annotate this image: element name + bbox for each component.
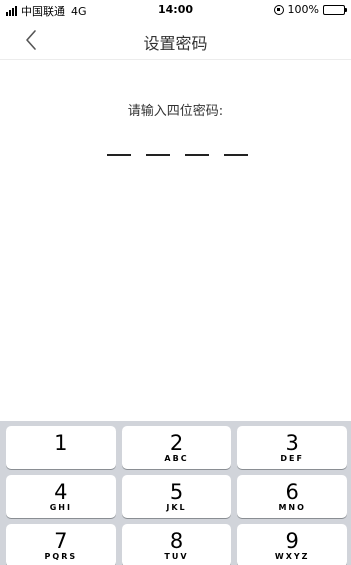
key-digit: 5 xyxy=(169,479,184,504)
battery-icon xyxy=(323,4,347,15)
key-9[interactable]: 9 WXYZ xyxy=(237,524,348,565)
keypad-row: 1 2 ABC 3 DEF xyxy=(6,426,348,469)
orientation-lock-icon xyxy=(273,4,284,15)
key-letters: MNO xyxy=(278,502,306,512)
key-letters: DEF xyxy=(280,453,304,463)
status-right: 100% xyxy=(273,3,347,16)
key-digit: 7 xyxy=(54,528,68,553)
status-bar: 中国联通 4G 14:00 100% xyxy=(0,0,351,20)
page-title: 设置密码 xyxy=(143,34,208,53)
key-digit: 6 xyxy=(285,479,299,504)
key-1[interactable]: 1 xyxy=(6,426,116,469)
key-6[interactable]: 6 MNO xyxy=(237,475,348,518)
key-letters: JKL xyxy=(166,502,187,512)
keypad-row: 7 PQRS 8 TUV 9 WXYZ xyxy=(6,524,348,565)
key-4[interactable]: 4 GHI xyxy=(6,475,116,518)
pin-slot xyxy=(185,154,209,156)
pin-input[interactable] xyxy=(107,154,248,156)
key-digit: 3 xyxy=(285,430,299,455)
keypad-row: 4 GHI 5 JKL 6 MNO xyxy=(6,475,348,518)
key-letters: PQRS xyxy=(44,551,78,561)
key-5[interactable]: 5 JKL xyxy=(121,475,232,518)
key-letters: WXYZ xyxy=(274,551,310,561)
key-8[interactable]: 8 TUV xyxy=(121,524,232,565)
key-digit: 2 xyxy=(169,430,184,455)
key-digit: 9 xyxy=(285,528,299,553)
pin-slot xyxy=(224,154,248,156)
key-digit: 8 xyxy=(169,528,184,553)
pin-slot xyxy=(107,154,131,156)
numeric-keypad: 1 2 ABC 3 DEF 4 GHI 5 JKL 6 MNO 7 PQRS 8… xyxy=(0,421,351,565)
key-letters: TUV xyxy=(164,551,189,561)
key-digit: 1 xyxy=(54,430,68,455)
key-2[interactable]: 2 ABC xyxy=(121,426,232,469)
key-7[interactable]: 7 PQRS xyxy=(6,524,116,565)
key-letters: ABC xyxy=(164,453,189,463)
nav-bar: 设置密码 xyxy=(0,20,351,60)
pin-prompt: 请输入四位密码: xyxy=(127,104,224,119)
key-3[interactable]: 3 DEF xyxy=(237,426,348,469)
key-digit: 4 xyxy=(54,479,68,504)
screen: 中国联通 4G 14:00 100% 设置密码 请输入四位密码: 1 2 ABC… xyxy=(0,0,351,565)
key-letters: GHI xyxy=(49,502,72,512)
battery-percent: 100% xyxy=(287,3,319,16)
pin-slot xyxy=(146,154,170,156)
